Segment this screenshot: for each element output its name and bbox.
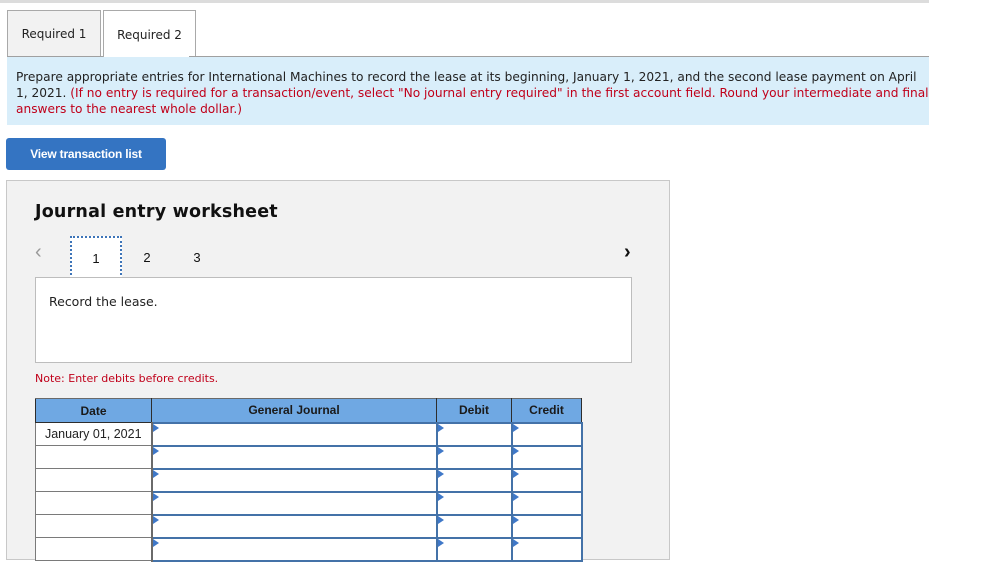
account-input[interactable] <box>150 490 438 516</box>
worksheet-title: Journal entry worksheet <box>35 202 278 222</box>
account-input[interactable] <box>150 513 438 539</box>
chevron-right-icon[interactable]: › <box>624 241 631 264</box>
debit-input[interactable] <box>435 421 513 447</box>
table-row: January 01, 2021 <box>35 421 583 447</box>
tab-required-2[interactable]: Required 2 <box>103 10 196 58</box>
tab-required-1[interactable]: Required 1 <box>7 10 101 56</box>
table-row <box>35 513 583 539</box>
account-input[interactable] <box>150 421 438 447</box>
date-cell: January 01, 2021 <box>35 422 153 446</box>
credit-input[interactable] <box>510 444 583 470</box>
credit-input[interactable] <box>510 513 583 539</box>
journal-entry-worksheet: Journal entry worksheet ‹ 1 2 3 › Record… <box>6 180 670 562</box>
top-divider <box>0 0 929 3</box>
journal-table: Date General Journal Debit Credit Januar… <box>35 398 583 562</box>
debit-input[interactable] <box>435 513 513 539</box>
chevron-left-icon[interactable]: ‹ <box>35 241 42 264</box>
date-cell <box>35 445 153 469</box>
date-cell <box>35 514 153 538</box>
account-input[interactable] <box>150 536 438 562</box>
debit-input[interactable] <box>435 444 513 470</box>
instructions-note: (If no entry is required for a transacti… <box>16 86 929 116</box>
debit-input[interactable] <box>435 490 513 516</box>
date-cell <box>35 468 153 492</box>
view-transaction-list-button[interactable]: View transaction list <box>6 138 166 170</box>
header-debit: Debit <box>436 398 512 423</box>
page-tab-3[interactable]: 3 <box>171 236 223 279</box>
date-cell <box>35 537 153 561</box>
header-date: Date <box>35 398 152 423</box>
account-input[interactable] <box>150 467 438 493</box>
page-tab-1[interactable]: 1 <box>70 236 122 279</box>
credit-input[interactable] <box>510 421 583 447</box>
page-tab-2[interactable]: 2 <box>121 236 173 279</box>
table-row <box>35 490 583 516</box>
credit-input[interactable] <box>510 467 583 493</box>
debit-input[interactable] <box>435 467 513 493</box>
task-description: Record the lease. <box>35 277 632 363</box>
header-general-journal: General Journal <box>151 398 437 423</box>
table-row <box>35 467 583 493</box>
table-row <box>35 536 583 562</box>
table-header-row: Date General Journal Debit Credit <box>35 398 582 423</box>
debit-input[interactable] <box>435 536 513 562</box>
table-row <box>35 444 583 470</box>
header-credit: Credit <box>511 398 582 423</box>
account-input[interactable] <box>150 444 438 470</box>
credit-input[interactable] <box>510 490 583 516</box>
credit-input[interactable] <box>510 536 583 562</box>
debits-note: Note: Enter debits before credits. <box>35 372 219 385</box>
instructions-panel: Prepare appropriate entries for Internat… <box>7 57 929 125</box>
date-cell <box>35 491 153 515</box>
